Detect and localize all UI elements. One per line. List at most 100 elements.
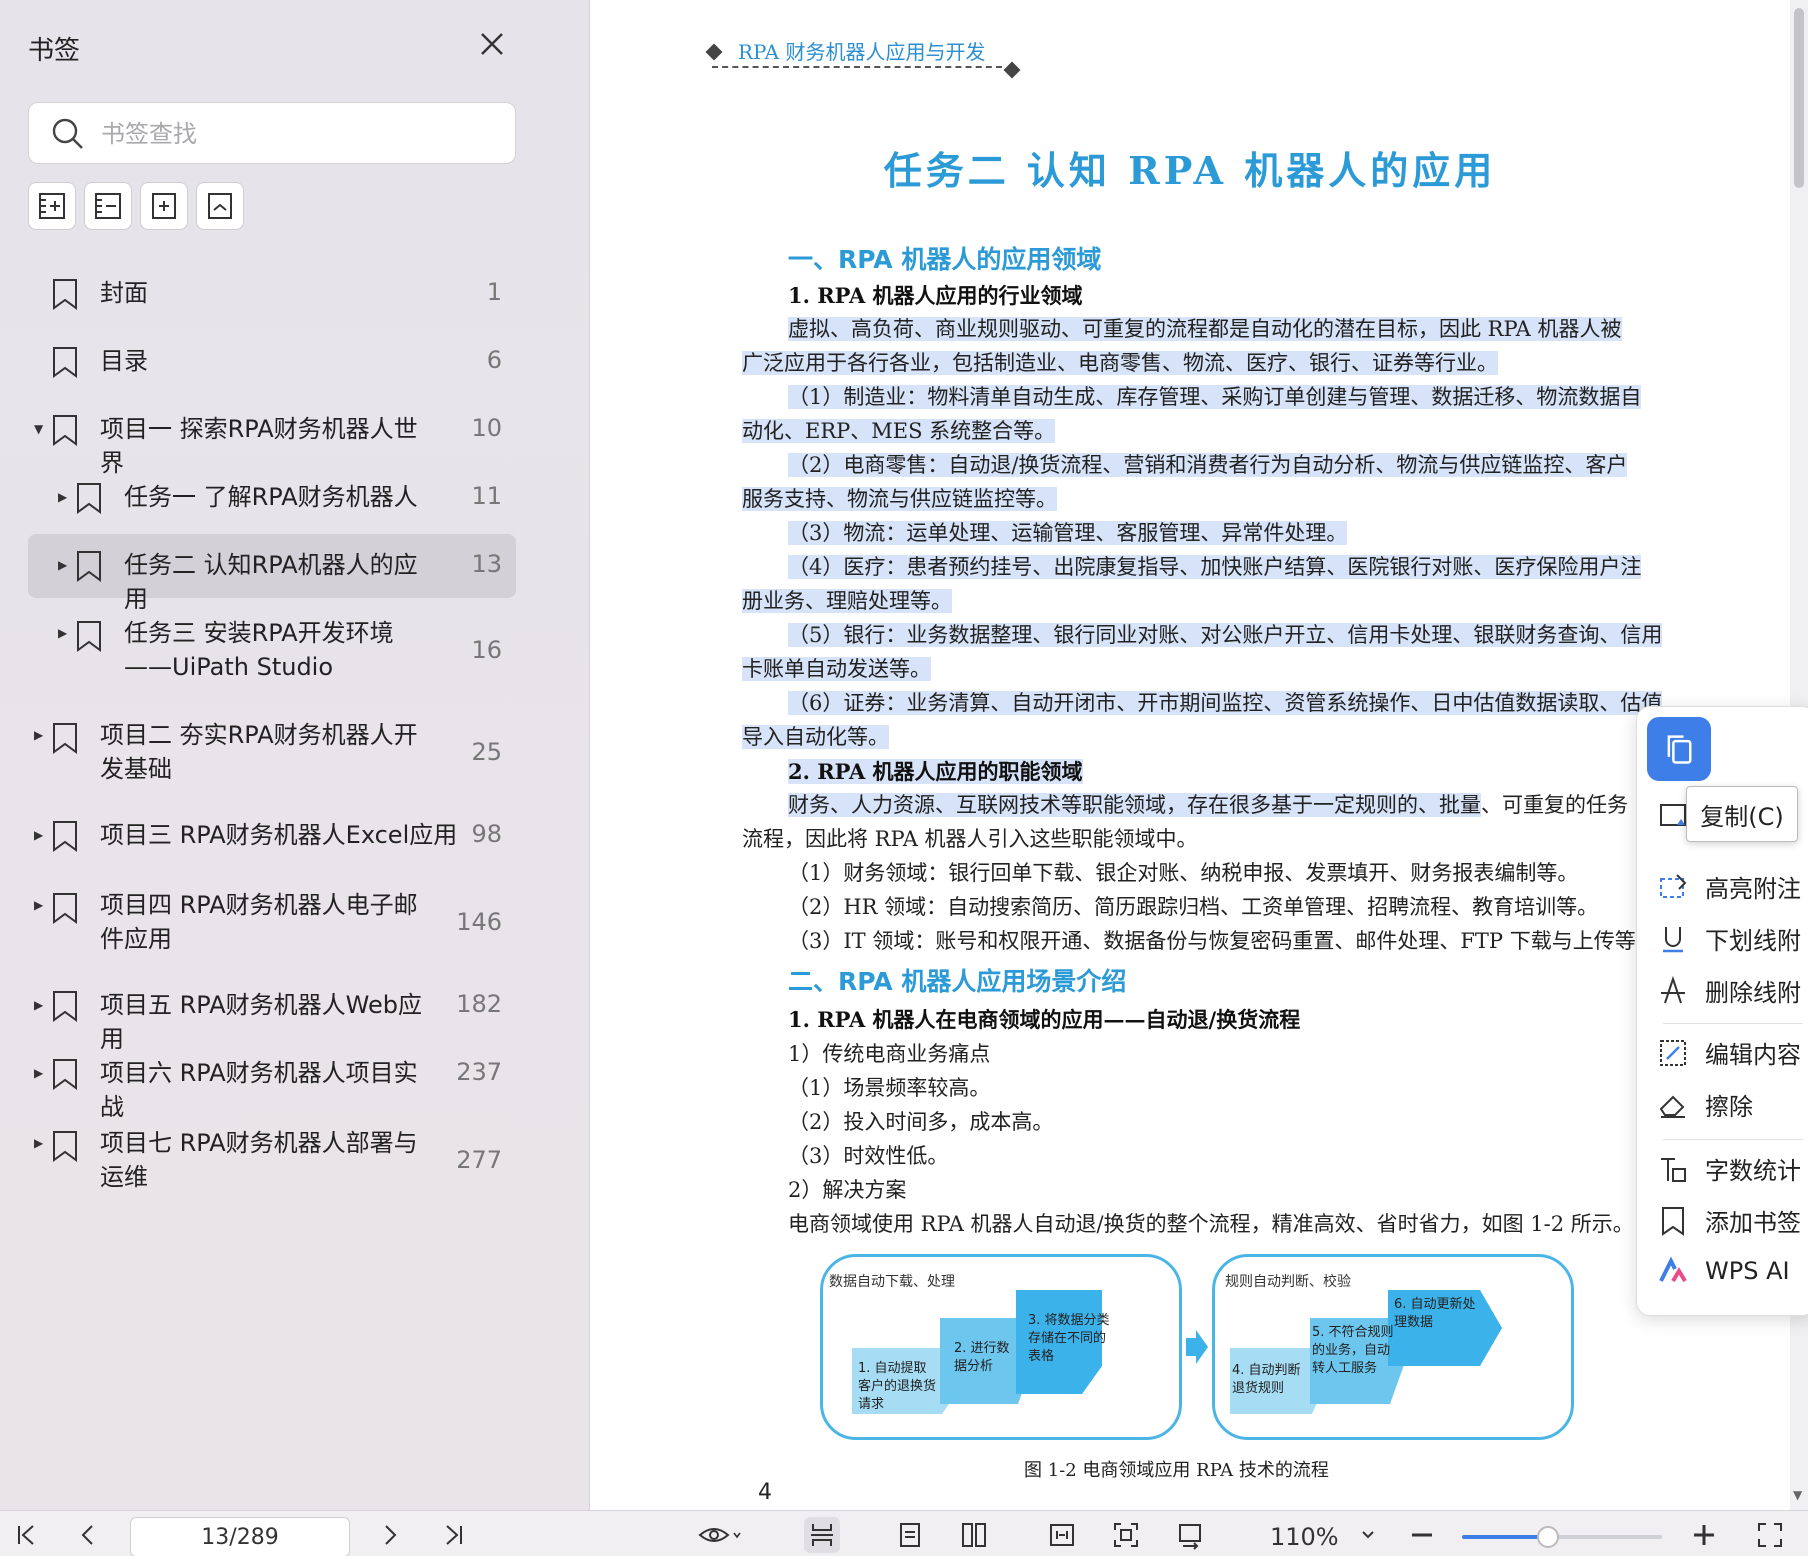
page-number-input[interactable] (130, 1517, 350, 1556)
last-page-button[interactable] (436, 1517, 472, 1553)
scrollbar-thumb[interactable] (1794, 8, 1804, 188)
text-line[interactable]: （3）时效性低。 (788, 1140, 948, 1170)
text-line[interactable]: （2）投入时间多，成本高。 (788, 1106, 1053, 1136)
fullscreen-button[interactable] (1752, 1517, 1788, 1553)
menu-item-label: 添加书签 (1705, 1209, 1801, 1237)
text-line[interactable]: 动化、ERP、MES 系统整合等。 (742, 419, 1056, 443)
caret-right-icon[interactable]: ▶ (34, 828, 48, 842)
bookmark-item-toc[interactable]: 目录 6 (28, 334, 516, 390)
bookmark-page: 277 (456, 1146, 502, 1174)
text-line[interactable]: 2）解决方案 (788, 1174, 906, 1204)
bookmark-label: 任务三 安装RPA开发环境——UiPath Studio (124, 619, 394, 681)
caret-right-icon[interactable]: ▶ (34, 728, 48, 742)
zoom-slider[interactable] (1462, 1526, 1662, 1548)
strikethrough-note-item[interactable]: 删除线附 (1657, 973, 1801, 1008)
zoom-slider-handle[interactable] (1537, 1526, 1559, 1548)
bookmark-label: 项目六 RPA财务机器人项目实战 (100, 1059, 418, 1121)
caret-right-icon[interactable]: ▶ (58, 490, 72, 504)
caret-right-icon[interactable]: ▶ (34, 1066, 48, 1080)
rotate-button[interactable] (1172, 1517, 1208, 1553)
next-page-button[interactable] (372, 1517, 408, 1553)
continuous-scroll-button[interactable] (804, 1517, 840, 1553)
text-line[interactable]: 册业务、理赔处理等。 (742, 589, 952, 613)
caret-right-icon[interactable]: ▶ (58, 558, 72, 572)
fit-page-button[interactable] (1108, 1517, 1144, 1553)
remove-bookmark-button[interactable] (196, 182, 244, 230)
caret-right-icon[interactable]: ▶ (34, 898, 48, 912)
collapse-all-button[interactable] (84, 182, 132, 230)
text-line[interactable]: （2）电商零售：自动退/换货流程、营销和消费者行为自动分析、物流与供应链监控、客… (788, 453, 1628, 477)
menu-item-label: 编辑内容 (1705, 1041, 1801, 1069)
first-page-button[interactable] (8, 1517, 44, 1553)
fit-width-button[interactable] (1044, 1517, 1080, 1553)
expand-all-icon (39, 193, 65, 219)
single-page-button[interactable] (892, 1517, 928, 1553)
text-line[interactable]: （5）银行：业务数据整理、银行同业对账、对公账户开立、信用卡处理、银联财务查询、… (788, 623, 1663, 647)
zoom-level[interactable]: 110% (1270, 1523, 1339, 1551)
bookmark-item-task2[interactable]: ▶ 任务二 认知RPA机器人的应用 13 (28, 534, 516, 613)
close-icon[interactable] (476, 28, 508, 60)
prev-page-button[interactable] (70, 1517, 106, 1553)
bookmark-item-project2[interactable]: ▶ 项目二 夯实RPA财务机器人开发基础 25 (28, 710, 516, 794)
text-line[interactable]: （1）制造业：物料清单自动生成、库存管理、采购订单创建与管理、数据迁移、物流数据… (788, 385, 1642, 409)
caret-down-icon[interactable]: ▼ (34, 422, 48, 436)
highlight-note-item[interactable]: 高亮附注 (1657, 869, 1801, 904)
text-line[interactable]: 、可重复的任务 (1481, 793, 1628, 817)
caret-right-icon[interactable]: ▶ (58, 626, 72, 640)
text-line[interactable]: 1）传统电商业务痛点 (788, 1038, 990, 1068)
running-head: RPA 财务机器人应用与开发 (738, 40, 986, 64)
text-line[interactable]: （6）证券：业务清算、自动开闭市、开市期间监控、资管系统操作、日中估值数据读取、… (788, 691, 1663, 715)
zoom-dropdown-button[interactable] (1350, 1517, 1386, 1553)
bookmark-search-input[interactable] (101, 113, 501, 155)
text-line[interactable]: （4）医疗：患者预约挂号、出院康复指导、加快账户结算、医院银行对账、医疗保险用户… (788, 555, 1642, 579)
text-line[interactable]: （1）场景频率较高。 (788, 1072, 990, 1102)
figure-step: 5. 不符合规则的业务，自动转人工服务 (1312, 1325, 1394, 1376)
figure-step: 1. 自动提取客户的退换货请求 (858, 1361, 937, 1412)
zoom-in-button[interactable] (1686, 1517, 1722, 1553)
add-bookmark-button[interactable] (140, 182, 188, 230)
text-line[interactable]: 广泛应用于各行各业，包括制造业、电商零售、物流、医疗、银行、证券等行业。 (742, 351, 1498, 375)
word-count-item[interactable]: 字数统计 (1657, 1151, 1801, 1186)
text-line[interactable]: 导入自动化等。 (742, 725, 889, 749)
copy-button[interactable] (1647, 717, 1711, 781)
text-line[interactable]: 电商领域使用 RPA 机器人自动退/换货的整个流程，精准高效、省时省力，如图 1… (788, 1208, 1634, 1238)
wps-ai-item[interactable]: WPS AI (1657, 1255, 1790, 1287)
underline-note-item[interactable]: 下划线附 (1657, 921, 1801, 956)
wps-ai-icon (1659, 1256, 1687, 1283)
double-page-button[interactable] (956, 1517, 992, 1553)
bookmark-item-project4[interactable]: ▶ 项目四 RPA财务机器人电子邮件应用 146 (28, 880, 516, 964)
text-line[interactable]: 虚拟、高负荷、商业规则驱动、可重复的流程都是自动化的潜在目标，因此 RPA 机器… (788, 317, 1622, 341)
bookmark-item-cover[interactable]: 封面 1 (28, 266, 516, 322)
eye-protection-button[interactable] (690, 1517, 750, 1553)
edit-content-item[interactable]: 编辑内容 (1657, 1035, 1801, 1070)
text-line[interactable]: 卡账单自动发送等。 (742, 657, 931, 681)
text-line[interactable]: 流程，因此将 RPA 机器人引入这些职能领域中。 (742, 823, 1198, 853)
text-line[interactable]: （3）物流：运单处理、运输管理、客服管理、异常件处理。 (788, 521, 1348, 545)
fit-page-icon (1114, 1523, 1138, 1547)
menu-item-label: 字数统计 (1705, 1157, 1801, 1185)
caret-right-icon[interactable]: ▶ (34, 998, 48, 1012)
text-box-annotation-item[interactable] (1657, 799, 1689, 831)
erase-item[interactable]: 擦除 (1657, 1087, 1753, 1122)
expand-all-button[interactable] (28, 182, 76, 230)
bookmark-item-task1[interactable]: ▶ 任务一 了解RPA财务机器人 11 (28, 470, 516, 526)
text-line[interactable]: （1）财务领域：银行回单下载、银企对账、纳税申报、发票填开、财务报表编制等。 (788, 857, 1578, 887)
bookmark-search[interactable] (28, 102, 516, 164)
bookmark-item-project3[interactable]: ▶ 项目三 RPA财务机器人Excel应用 98 (28, 808, 516, 864)
bookmark-item-project1[interactable]: ▼ 项目一 探索RPA财务机器人世界 10 (28, 402, 516, 477)
caret-right-icon[interactable]: ▶ (34, 1136, 48, 1150)
scroll-down-icon[interactable]: ▼ (1793, 1488, 1802, 1502)
bookmark-item-project6[interactable]: ▶ 项目六 RPA财务机器人项目实战 237 (28, 1046, 516, 1121)
bookmark-item-task3[interactable]: ▶ 任务三 安装RPA开发环境——UiPath Studio 16 (28, 608, 516, 694)
bookmark-label: 项目二 夯实RPA财务机器人开发基础 (100, 721, 418, 783)
zoom-out-button[interactable] (1404, 1517, 1440, 1553)
text-line[interactable]: 财务、人力资源、互联网技术等职能领域，存在很多基于一定规则的、批量 (788, 793, 1481, 817)
fit-width-icon (1050, 1524, 1074, 1546)
text-line[interactable]: 服务支持、物流与供应链监控等。 (742, 487, 1057, 511)
bookmark-item-project7[interactable]: ▶ 项目七 RPA财务机器人部署与运维 277 (28, 1118, 516, 1202)
bookmark-item-project5[interactable]: ▶ 项目五 RPA财务机器人Web应用 182 (28, 978, 516, 1053)
add-bookmark-item[interactable]: 添加书签 (1657, 1203, 1801, 1238)
figure-caption: 图 1-2 电商领域应用 RPA 技术的流程 (1024, 1460, 1329, 1481)
text-line[interactable]: （3）IT 领域：账号和权限开通、数据备份与恢复密码重置、邮件处理、FTP 下载… (788, 925, 1657, 955)
text-line[interactable]: （2）HR 领域：自动搜索简历、简历跟踪归档、工资单管理、招聘流程、教育培训等。 (788, 891, 1598, 921)
